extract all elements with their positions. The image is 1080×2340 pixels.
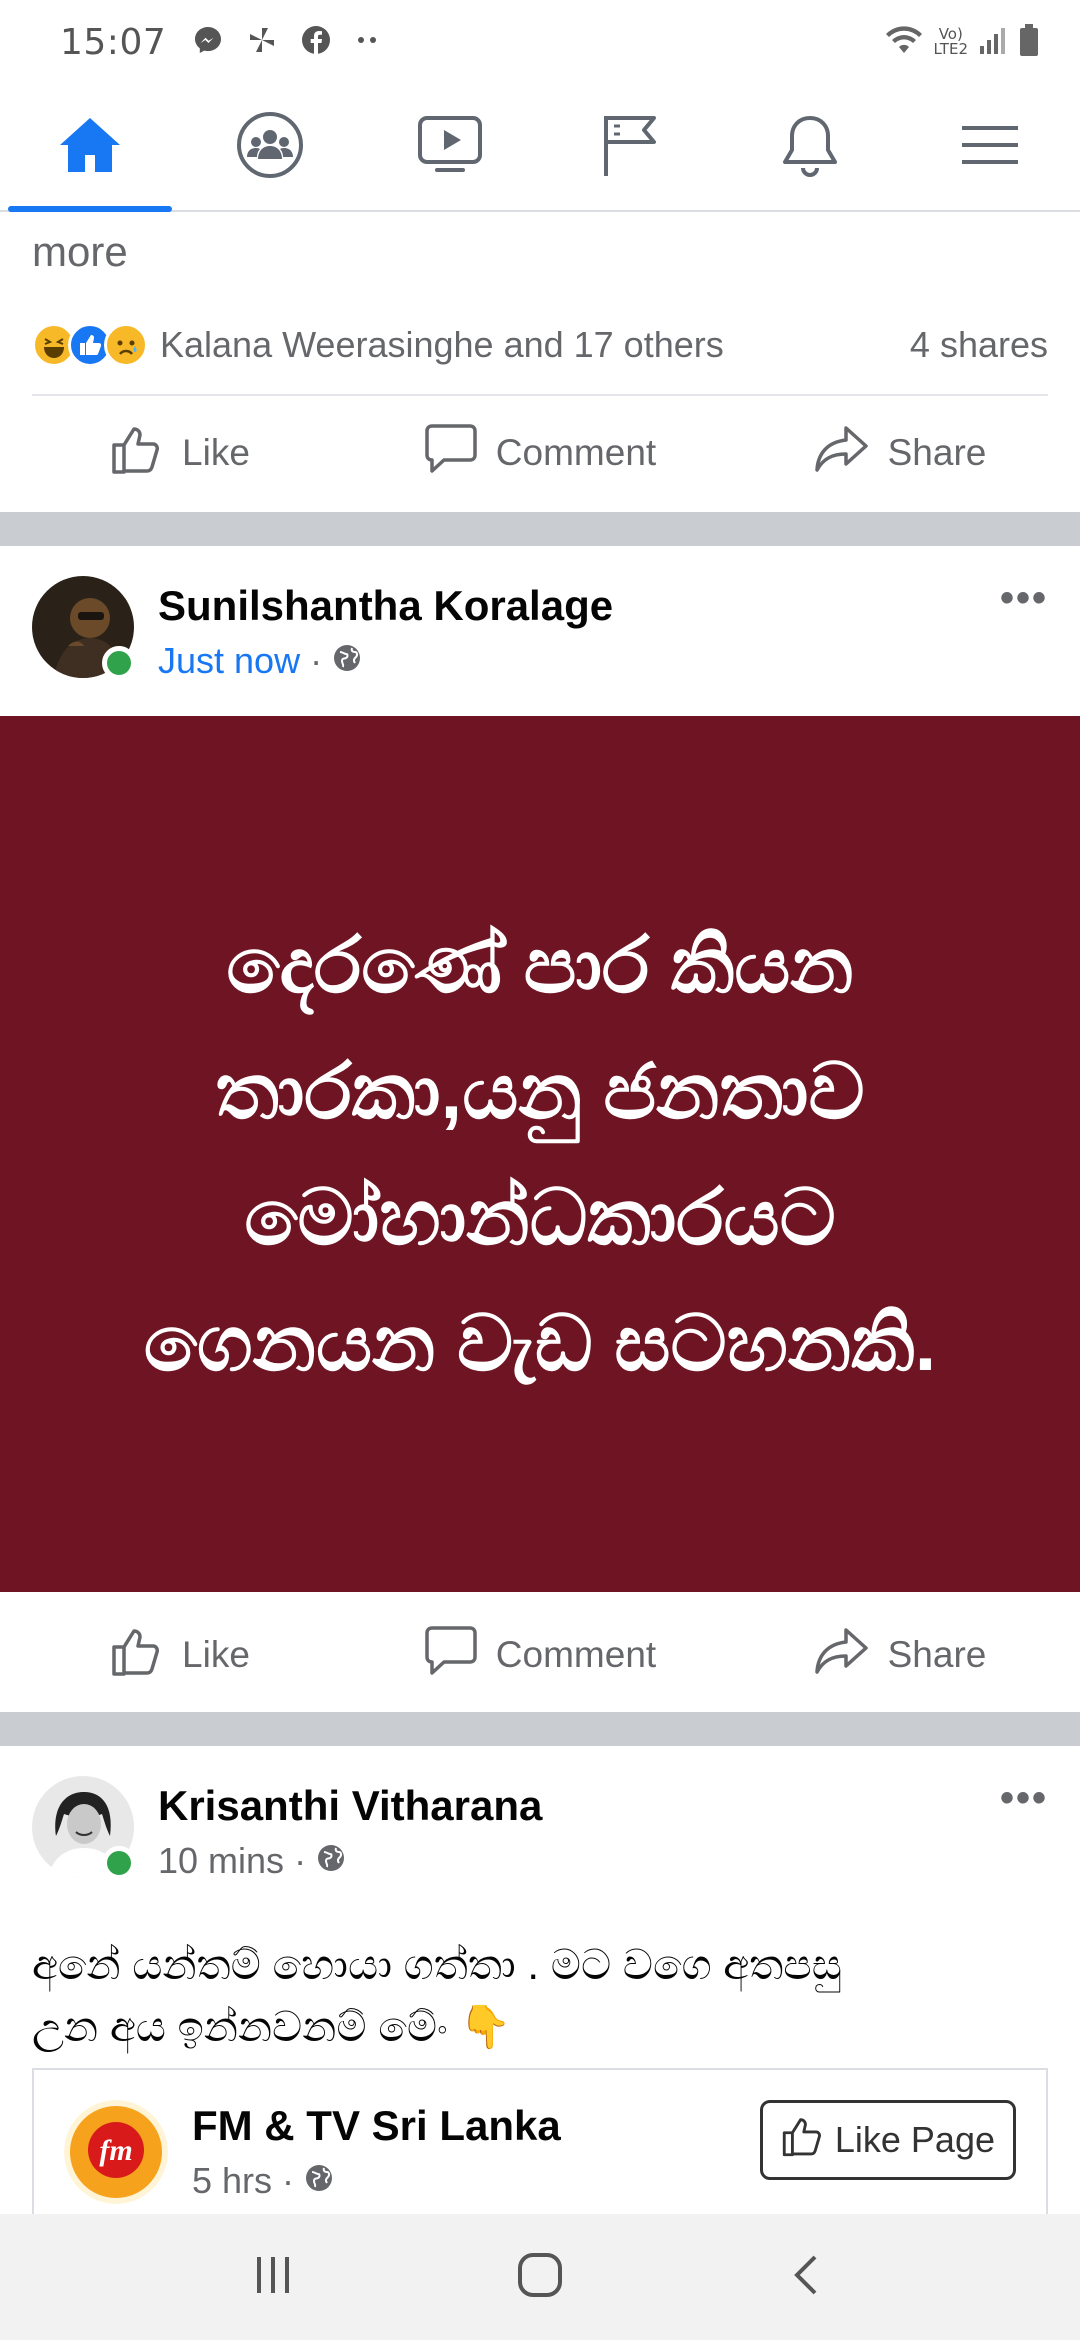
divider	[32, 394, 1048, 396]
tab-notifications[interactable]	[720, 84, 900, 210]
thumbs-up-icon	[781, 2114, 825, 2167]
wifi-icon	[884, 23, 924, 61]
thumbs-up-icon	[110, 422, 164, 485]
facebook-icon	[300, 24, 332, 60]
reactions-count-text: Kalana Weerasinghe and 17 others	[160, 324, 724, 365]
status-bar: 15:07 Vo) LTE2	[0, 0, 1080, 84]
home-button[interactable]	[490, 2237, 590, 2317]
svg-text:fm: fm	[99, 2134, 132, 2167]
lte-label: LTE2	[933, 40, 968, 58]
meta-separator: ·	[310, 640, 323, 681]
recent-apps-icon	[251, 2253, 295, 2302]
signal-icon	[978, 24, 1008, 60]
page-name[interactable]: FM & TV Sri Lanka	[192, 2102, 561, 2150]
meta-separator: ·	[294, 1840, 307, 1881]
post-time[interactable]: Just now	[158, 640, 300, 682]
bell-icon	[780, 112, 840, 183]
notification-icons	[192, 24, 382, 60]
share-label: Share	[887, 1634, 987, 1675]
post-meta: Just now ·	[158, 640, 362, 682]
shared-page-card[interactable]: fm FM & TV Sri Lanka 5 hrs · Like Page	[32, 2068, 1048, 2218]
post-actions-previous: Like Comment Share	[0, 398, 1080, 508]
battery-icon	[1018, 23, 1040, 61]
online-status-dot	[102, 646, 136, 680]
tab-watch[interactable]	[360, 84, 540, 210]
comment-label: Comment	[495, 432, 657, 473]
messenger-icon	[192, 24, 224, 60]
tab-home[interactable]	[0, 84, 180, 212]
home-circle-icon	[516, 2251, 564, 2304]
comment-button[interactable]: Comment	[360, 422, 720, 485]
reaction-icons	[32, 323, 148, 367]
share-label: Share	[887, 432, 987, 473]
like-page-button[interactable]: Like Page	[759, 2100, 1016, 2180]
like-label: Like	[182, 432, 250, 473]
recent-apps-button[interactable]	[223, 2237, 323, 2317]
reactions-summary[interactable]: Kalana Weerasinghe and 17 others 4 share…	[32, 310, 1048, 380]
page-post-time[interactable]: 5 hrs	[192, 2160, 272, 2202]
post-separator	[0, 1712, 1080, 1746]
post-options-icon[interactable]: •••	[1000, 576, 1048, 621]
globe-icon	[316, 1840, 346, 1882]
hamburger-menu-icon	[960, 120, 1020, 175]
text-background-post[interactable]: දෙරණේ පාර කියන තාරකා,යනු ජනතාව මෝහාන්ධකා…	[0, 716, 1080, 1592]
post-time[interactable]: 10 mins	[158, 1840, 284, 1882]
like-page-label: Like Page	[834, 2119, 995, 2160]
author-name[interactable]: Krisanthi Vitharana	[158, 1782, 542, 1830]
post-options-icon[interactable]: •••	[1000, 1776, 1048, 1821]
page-avatar[interactable]: fm	[64, 2100, 168, 2204]
tab-pages[interactable]	[540, 84, 720, 210]
top-nav	[0, 84, 1080, 212]
system-status-icons: Vo) LTE2	[884, 23, 1040, 61]
share-button[interactable]: Share	[720, 1624, 1080, 1687]
globe-icon	[304, 2160, 334, 2202]
post-header: Sunilshantha Koralage Just now · •••	[32, 576, 1048, 696]
see-more-link[interactable]: more	[32, 228, 128, 276]
tab-groups[interactable]	[180, 84, 360, 210]
video-icon	[417, 114, 483, 181]
post-meta: 10 mins ·	[158, 1840, 346, 1882]
comment-button[interactable]: Comment	[360, 1624, 720, 1687]
back-chevron-icon	[787, 2251, 827, 2304]
post-card-text: දෙරණේ පාර කියන තාරකා,යනු ජනතාව මෝහාන්ධකා…	[143, 921, 937, 1387]
pinwheel-icon	[246, 24, 278, 60]
post-separator	[0, 512, 1080, 546]
post-header: Krisanthi Vitharana 10 mins · •••	[32, 1776, 1048, 1896]
share-arrow-icon	[814, 422, 870, 485]
comment-icon	[424, 1624, 478, 1687]
online-status-dot	[102, 1846, 136, 1880]
share-button[interactable]: Share	[720, 422, 1080, 485]
post-actions-post1: Like Comment Share	[0, 1600, 1080, 1710]
flag-icon	[600, 112, 660, 183]
groups-icon	[236, 111, 304, 184]
globe-icon	[332, 640, 362, 682]
comment-icon	[424, 422, 478, 485]
sad-reaction-icon	[104, 323, 148, 367]
more-dots-icon	[354, 24, 382, 60]
post-text-line: අනේ යන්තම් හොයා ගත්තා . මට වගෙ අතපසු	[32, 1941, 842, 1988]
system-nav-bar	[0, 2214, 1080, 2340]
author-name[interactable]: Sunilshantha Koralage	[158, 582, 613, 630]
like-button[interactable]: Like	[0, 422, 360, 485]
tab-menu[interactable]	[900, 84, 1080, 210]
post-body-text: අනේ යන්තම් හොයා ගත්තා . මට වගෙ අතපසු උන …	[32, 1934, 1048, 2058]
thumbs-up-icon	[110, 1624, 164, 1687]
like-button[interactable]: Like	[0, 1624, 360, 1687]
like-label: Like	[182, 1634, 250, 1675]
share-arrow-icon	[814, 1624, 870, 1687]
back-button[interactable]	[757, 2237, 857, 2317]
page-meta: 5 hrs ·	[192, 2160, 334, 2202]
home-icon	[57, 115, 123, 180]
comment-label: Comment	[495, 1634, 657, 1675]
shares-count[interactable]: 4 shares	[910, 324, 1048, 366]
meta-separator: ·	[282, 2160, 295, 2201]
status-time: 15:07	[60, 21, 167, 63]
network-label: Vo) LTE2	[934, 27, 968, 57]
post-text-line: උන අය ඉන්නවනම් මේං 👇	[32, 2003, 512, 2050]
